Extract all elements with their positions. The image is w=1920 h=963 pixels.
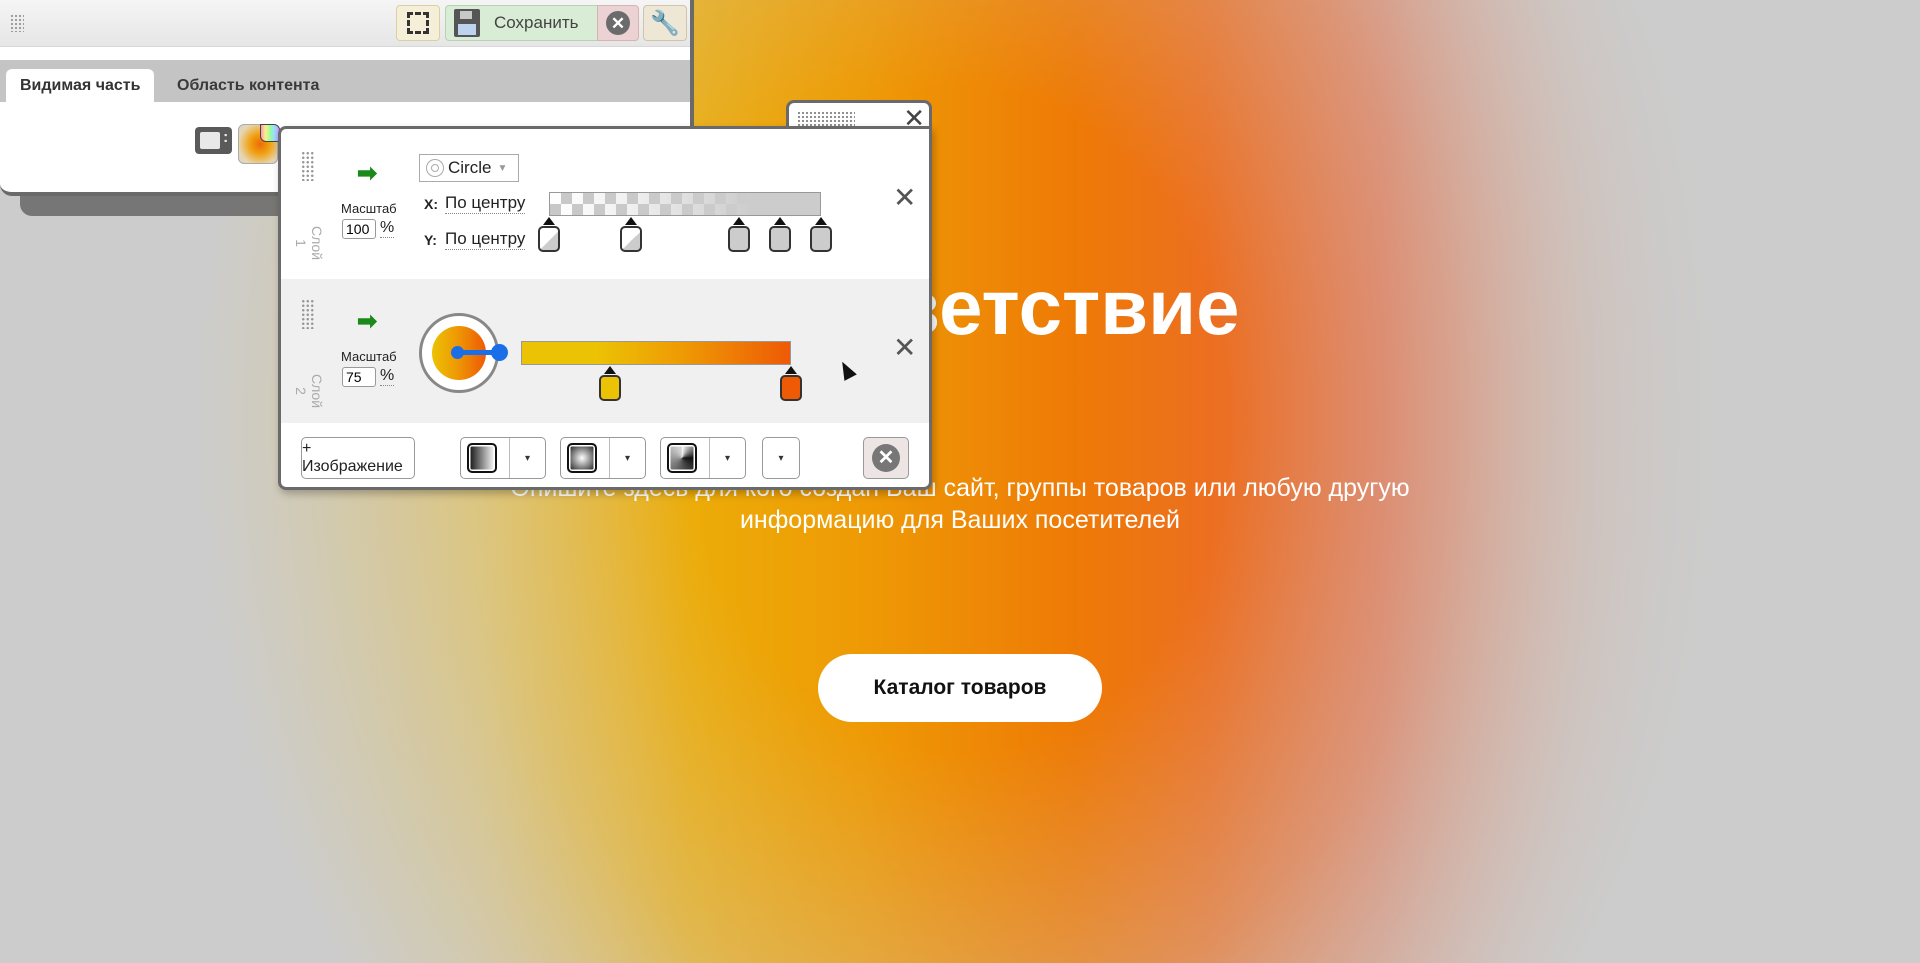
angle-center-dot (451, 346, 464, 359)
radial-gradient-icon (567, 443, 597, 473)
cancel-button[interactable]: ✕ (597, 5, 639, 41)
floppy-disk-icon (454, 9, 480, 37)
scale-input[interactable] (342, 367, 376, 387)
wrench-icon: 🔧 (650, 9, 680, 37)
shape-value: Circle (448, 158, 492, 177)
arrow-right-icon[interactable]: ➡ (357, 159, 377, 188)
layer-name: Слой 2 (293, 373, 325, 409)
layer-drag-handle-icon[interactable] (301, 299, 315, 329)
add-linear-gradient-button[interactable]: ▾ (460, 437, 546, 479)
x-label: X: (424, 196, 438, 212)
add-conic-gradient-button[interactable]: ▾ (660, 437, 746, 479)
more-dropdown-button[interactable]: ▾ (762, 437, 800, 479)
shape-select[interactable]: Circle ▼ (419, 154, 519, 182)
gradient-stop-handle[interactable] (769, 217, 792, 252)
layer-1: Слой 1 ➡ Масштаб % Circle ▼ X: По центру… (281, 129, 929, 279)
chevron-down-icon[interactable]: ▾ (710, 453, 745, 464)
gradient-stop-handle[interactable] (538, 217, 560, 252)
select-area-button[interactable] (396, 5, 440, 41)
chevron-down-icon: ▼ (497, 162, 508, 174)
add-radial-gradient-button[interactable]: ▾ (560, 437, 646, 479)
scale-label: Масштаб (341, 349, 397, 364)
scale-input[interactable] (342, 219, 376, 239)
conic-gradient-icon (667, 443, 697, 473)
remove-layer-button[interactable]: ✕ (893, 334, 916, 362)
color-picker-icon[interactable] (260, 124, 280, 142)
scale-unit[interactable]: % (380, 219, 395, 238)
circle-shape-icon (426, 159, 444, 177)
dialog-footer: + Изображение ▾ ▾ ▾ ▾ ✕ (281, 423, 929, 487)
angle-dial[interactable] (419, 313, 508, 393)
save-label: Сохранить (494, 13, 579, 32)
scale-unit[interactable]: % (380, 367, 395, 386)
layer-2: Слой 2 ➡ Масштаб % ✕ (281, 279, 929, 423)
catalog-button[interactable]: Каталог товаров (818, 654, 1102, 722)
settings-button[interactable]: 🔧 (643, 5, 687, 41)
layer-name: Слой 1 (293, 225, 325, 261)
gradient-stop-handle[interactable] (810, 217, 832, 252)
x-position-select[interactable]: По центру (445, 193, 526, 214)
save-button[interactable]: Сохранить (445, 5, 599, 41)
transparency-gradient-bar[interactable] (549, 192, 821, 216)
linear-gradient-icon (467, 443, 497, 473)
scale-label: Масштаб (341, 201, 397, 216)
close-circle-icon: ✕ (872, 444, 900, 472)
add-image-button[interactable]: + Изображение (301, 437, 415, 479)
dialog-drag-handle-icon[interactable] (797, 111, 855, 127)
color-gradient-bar[interactable] (521, 341, 791, 365)
drag-handle-icon[interactable] (10, 14, 24, 32)
gradient-stop-handle[interactable] (619, 217, 642, 252)
gradient-stop-handle[interactable] (599, 366, 622, 401)
angle-handle[interactable] (491, 344, 508, 361)
gradient-dialog: Слой 1 ➡ Масштаб % Circle ▼ X: По центру… (278, 126, 932, 490)
y-position-select[interactable]: По центру (445, 229, 526, 250)
y-label: Y: (424, 232, 437, 248)
gradient-stop-handle[interactable] (780, 366, 802, 401)
panel-tabs: Видимая часть Область контента (0, 60, 690, 102)
select-area-icon (407, 12, 429, 34)
tab-visible-part[interactable]: Видимая часть (6, 69, 155, 102)
list-settings-icon[interactable] (195, 127, 232, 154)
tab-content-area[interactable]: Область контента (163, 69, 333, 102)
chevron-down-icon[interactable]: ▾ (510, 453, 545, 464)
panel-toolbar: Сохранить ✕ 🔧 (0, 0, 690, 47)
remove-layer-button[interactable]: ✕ (893, 184, 916, 212)
gradient-stop-handle[interactable] (728, 217, 751, 252)
arrow-right-icon[interactable]: ➡ (357, 307, 377, 336)
layer-drag-handle-icon[interactable] (301, 151, 315, 181)
chevron-down-icon[interactable]: ▾ (610, 453, 645, 464)
close-circle-icon: ✕ (606, 11, 630, 35)
delete-all-button[interactable]: ✕ (863, 437, 909, 479)
